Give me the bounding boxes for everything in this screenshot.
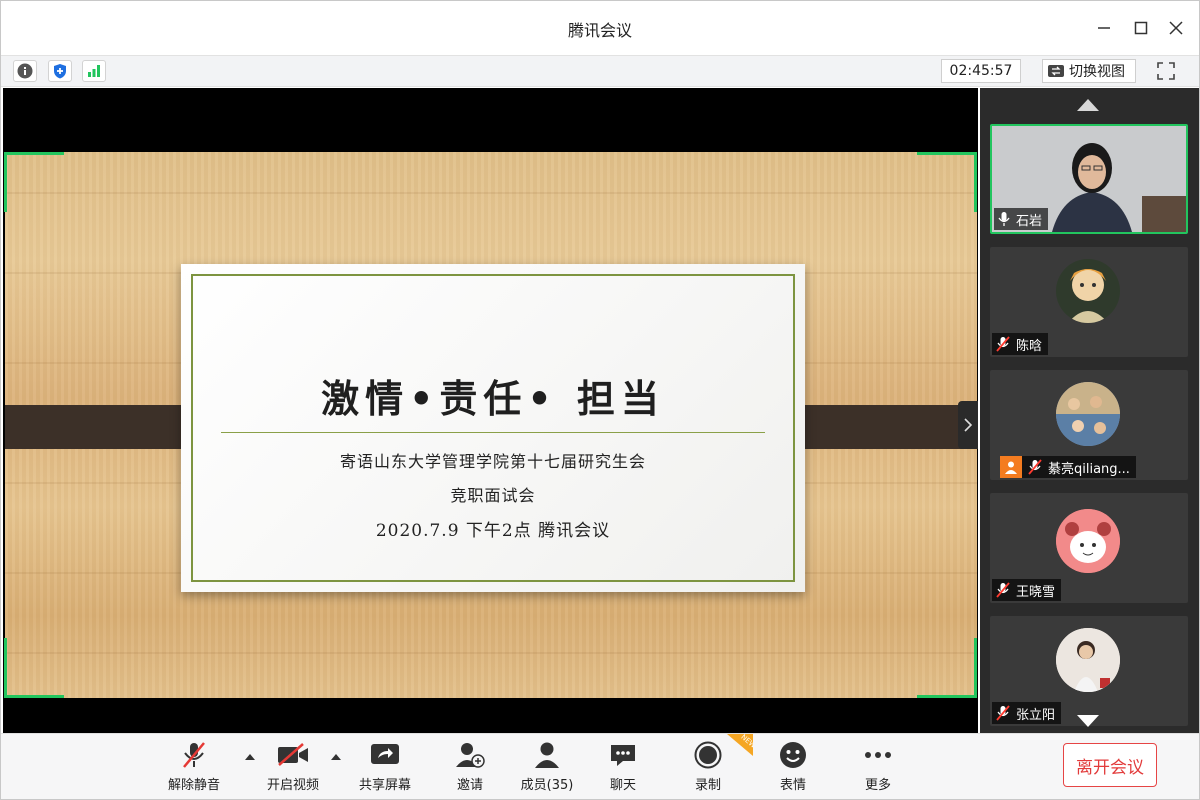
emoji-button[interactable]: 表情 bbox=[758, 740, 828, 796]
minimize-button[interactable] bbox=[1091, 15, 1117, 41]
focus-corner-top-left bbox=[4, 152, 64, 212]
invite-user-icon bbox=[456, 743, 485, 768]
participant-name-tag: 綦亮qiliang... bbox=[1000, 456, 1136, 478]
new-badge: NEW bbox=[727, 734, 753, 756]
participant-tile[interactable]: 张立阳 bbox=[990, 616, 1188, 726]
title-bar: 腾讯会议 bbox=[1, 1, 1199, 55]
scroll-up-arrow-icon[interactable] bbox=[1077, 99, 1099, 111]
focus-corner-top-right bbox=[917, 152, 977, 212]
signal-bars-icon bbox=[88, 65, 100, 77]
microphone-muted-icon bbox=[996, 705, 1010, 721]
maximize-icon bbox=[1134, 21, 1148, 35]
participant-tile[interactable]: 陈晗 bbox=[990, 247, 1188, 357]
participant-tile[interactable]: 綦亮qiliang... bbox=[990, 370, 1188, 480]
slide-decor-strap-right bbox=[783, 405, 977, 449]
camera-off-icon bbox=[278, 743, 308, 766]
emoji-icon bbox=[780, 742, 806, 768]
slide-subtitle-1: 寄语山东大学管理学院第十七届研究生会 bbox=[339, 452, 646, 471]
scroll-down-arrow-icon[interactable] bbox=[1077, 715, 1099, 727]
participant-avatar bbox=[1056, 259, 1120, 323]
microphone-muted-icon bbox=[996, 582, 1010, 598]
info-icon bbox=[17, 63, 33, 79]
chevron-right-icon bbox=[964, 418, 973, 432]
participant-avatar bbox=[1056, 628, 1120, 692]
audio-options-caret-icon[interactable] bbox=[245, 754, 255, 760]
meeting-info-bar: 02:45:57 切换视图 bbox=[1, 55, 1199, 87]
participant-name: 陈晗 bbox=[1016, 338, 1043, 354]
leave-meeting-button[interactable]: 离开会议 bbox=[1063, 743, 1157, 787]
slide-decor-strap-left bbox=[5, 405, 203, 449]
share-screen-button[interactable]: 共享屏幕 bbox=[350, 740, 420, 796]
record-icon bbox=[694, 741, 722, 769]
security-button[interactable] bbox=[48, 60, 72, 82]
more-button[interactable]: 更多 bbox=[843, 740, 913, 796]
chat-icon bbox=[611, 745, 635, 766]
participant-name: 石岩 bbox=[1016, 213, 1043, 229]
close-button[interactable] bbox=[1163, 15, 1189, 41]
meeting-window: 腾讯会议 02:45:57 切换视图 激情•责任• 担当 寄语山东大学管理学院第… bbox=[0, 0, 1200, 800]
meeting-toolbar: 解除静音 开启视频 共享屏幕 邀请 成员(35) 聊天 录制 NEW 表情 更多… bbox=[1, 733, 1199, 799]
collapse-panel-button[interactable] bbox=[958, 401, 978, 449]
participant-name-tag: 陈晗 bbox=[992, 333, 1049, 355]
switch-view-icon bbox=[1048, 65, 1064, 77]
maximize-button[interactable] bbox=[1128, 15, 1154, 41]
slide-subtitle-2: 竞职面试会 bbox=[450, 486, 536, 505]
participant-name: 王晓雪 bbox=[1016, 584, 1056, 600]
participants-panel: 石岩 陈晗 綦亮qiliang... 王晓雪 张立阳 bbox=[980, 88, 1199, 733]
members-icon bbox=[535, 742, 559, 768]
slide-divider bbox=[221, 432, 765, 433]
members-button[interactable]: 成员(35) bbox=[512, 740, 582, 796]
chat-button[interactable]: 聊天 bbox=[588, 740, 658, 796]
focus-corner-bottom-right bbox=[917, 638, 977, 698]
shield-icon bbox=[54, 64, 66, 79]
participant-name: 綦亮qiliang... bbox=[1048, 461, 1130, 477]
unmute-button[interactable]: 解除静音 bbox=[159, 740, 229, 796]
invite-button[interactable]: 邀请 bbox=[435, 740, 505, 796]
participant-name-tag: 王晓雪 bbox=[992, 579, 1062, 601]
participant-name-tag: 张立阳 bbox=[992, 702, 1062, 724]
window-title: 腾讯会议 bbox=[567, 21, 632, 40]
more-dots-icon bbox=[865, 752, 891, 758]
slide-card: 激情•责任• 担当 寄语山东大学管理学院第十七届研究生会 竞职面试会 2020.… bbox=[181, 264, 805, 592]
fullscreen-icon bbox=[1157, 62, 1175, 80]
participant-name: 张立阳 bbox=[1016, 707, 1056, 723]
start-video-button[interactable]: 开启视频 bbox=[258, 740, 328, 796]
participant-name-tag: 石岩 bbox=[994, 208, 1049, 230]
minimize-icon bbox=[1098, 27, 1110, 29]
switch-view-label: 切换视图 bbox=[1069, 64, 1125, 80]
close-icon bbox=[1169, 21, 1183, 35]
microphone-muted-icon bbox=[1028, 459, 1042, 475]
meeting-timer: 02:45:57 bbox=[941, 59, 1021, 83]
network-status-button[interactable] bbox=[82, 60, 106, 82]
slide-title: 激情•责任• 担当 bbox=[321, 376, 665, 421]
fullscreen-button[interactable] bbox=[1151, 59, 1181, 83]
microphone-muted-icon bbox=[996, 336, 1010, 352]
participant-avatar bbox=[1056, 382, 1120, 446]
microphone-icon bbox=[998, 212, 1010, 226]
microphone-muted-icon bbox=[183, 742, 205, 768]
video-options-caret-icon[interactable] bbox=[331, 754, 341, 760]
participant-avatar bbox=[1056, 509, 1120, 573]
switch-view-button[interactable]: 切换视图 bbox=[1042, 59, 1136, 83]
participant-tile[interactable]: 王晓雪 bbox=[990, 493, 1188, 603]
shared-slide: 激情•责任• 担当 寄语山东大学管理学院第十七届研究生会 竞职面试会 2020.… bbox=[5, 152, 977, 698]
shared-screen-stage: 激情•责任• 担当 寄语山东大学管理学院第十七届研究生会 竞职面试会 2020.… bbox=[3, 88, 978, 733]
share-screen-icon bbox=[371, 744, 399, 764]
focus-corner-bottom-left bbox=[4, 638, 64, 698]
participant-tile[interactable]: 石岩 bbox=[990, 124, 1188, 234]
host-badge-icon bbox=[1000, 456, 1022, 478]
meeting-info-button[interactable] bbox=[13, 60, 37, 82]
slide-subtitle-3: 2020.7.9 下午2点 腾讯会议 bbox=[375, 521, 611, 541]
